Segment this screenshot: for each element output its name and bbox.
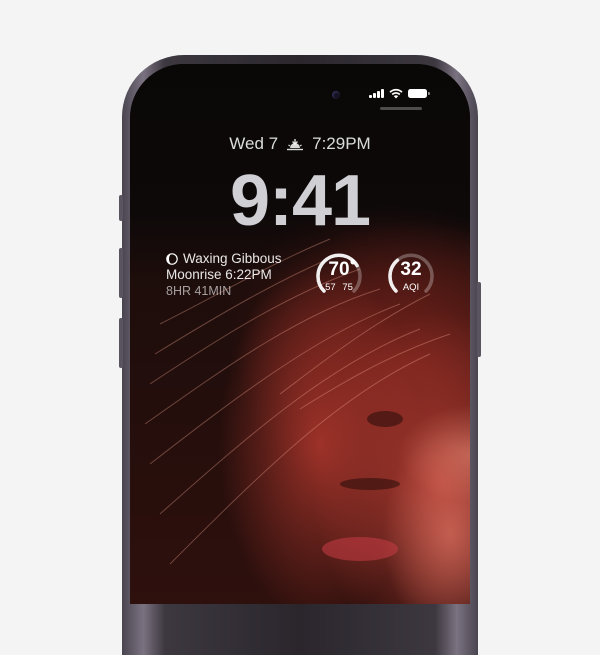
volume-up-button[interactable]	[119, 248, 123, 298]
aqi-widget[interactable]: 32 AQI	[385, 250, 437, 302]
wifi-icon	[388, 88, 403, 98]
status-bar	[369, 86, 430, 100]
moon-duration-label: 8HR 41MIN	[166, 284, 232, 298]
aqi-label: AQI	[402, 282, 420, 293]
clock-time[interactable]: 9:41	[0, 160, 600, 242]
date-row[interactable]: Wed 7 7:29PM	[0, 134, 600, 154]
moon-phase-icon	[166, 253, 178, 265]
notification-indicator	[380, 107, 422, 110]
volume-down-button[interactable]	[119, 318, 123, 368]
sunset-time-label: 7:29PM	[312, 134, 371, 153]
aqi-value: 32	[400, 259, 422, 280]
temperature-range: 57 75	[325, 282, 353, 293]
front-camera-icon	[332, 91, 340, 99]
power-button[interactable]	[477, 282, 481, 357]
moon-phase-label: Waxing Gibbous	[183, 251, 282, 266]
moon-widget[interactable]: Waxing Gibbous Moonrise 6:22PM 8HR 41MIN	[166, 251, 282, 299]
sunset-icon	[287, 139, 304, 151]
temperature-value: 70	[328, 259, 350, 280]
moonrise-label: Moonrise 6:22PM	[166, 267, 272, 282]
date-label: Wed 7	[229, 134, 279, 153]
signal-icon	[369, 88, 384, 98]
temperature-widget[interactable]: 70 57 75	[313, 250, 365, 302]
battery-icon	[407, 88, 430, 98]
